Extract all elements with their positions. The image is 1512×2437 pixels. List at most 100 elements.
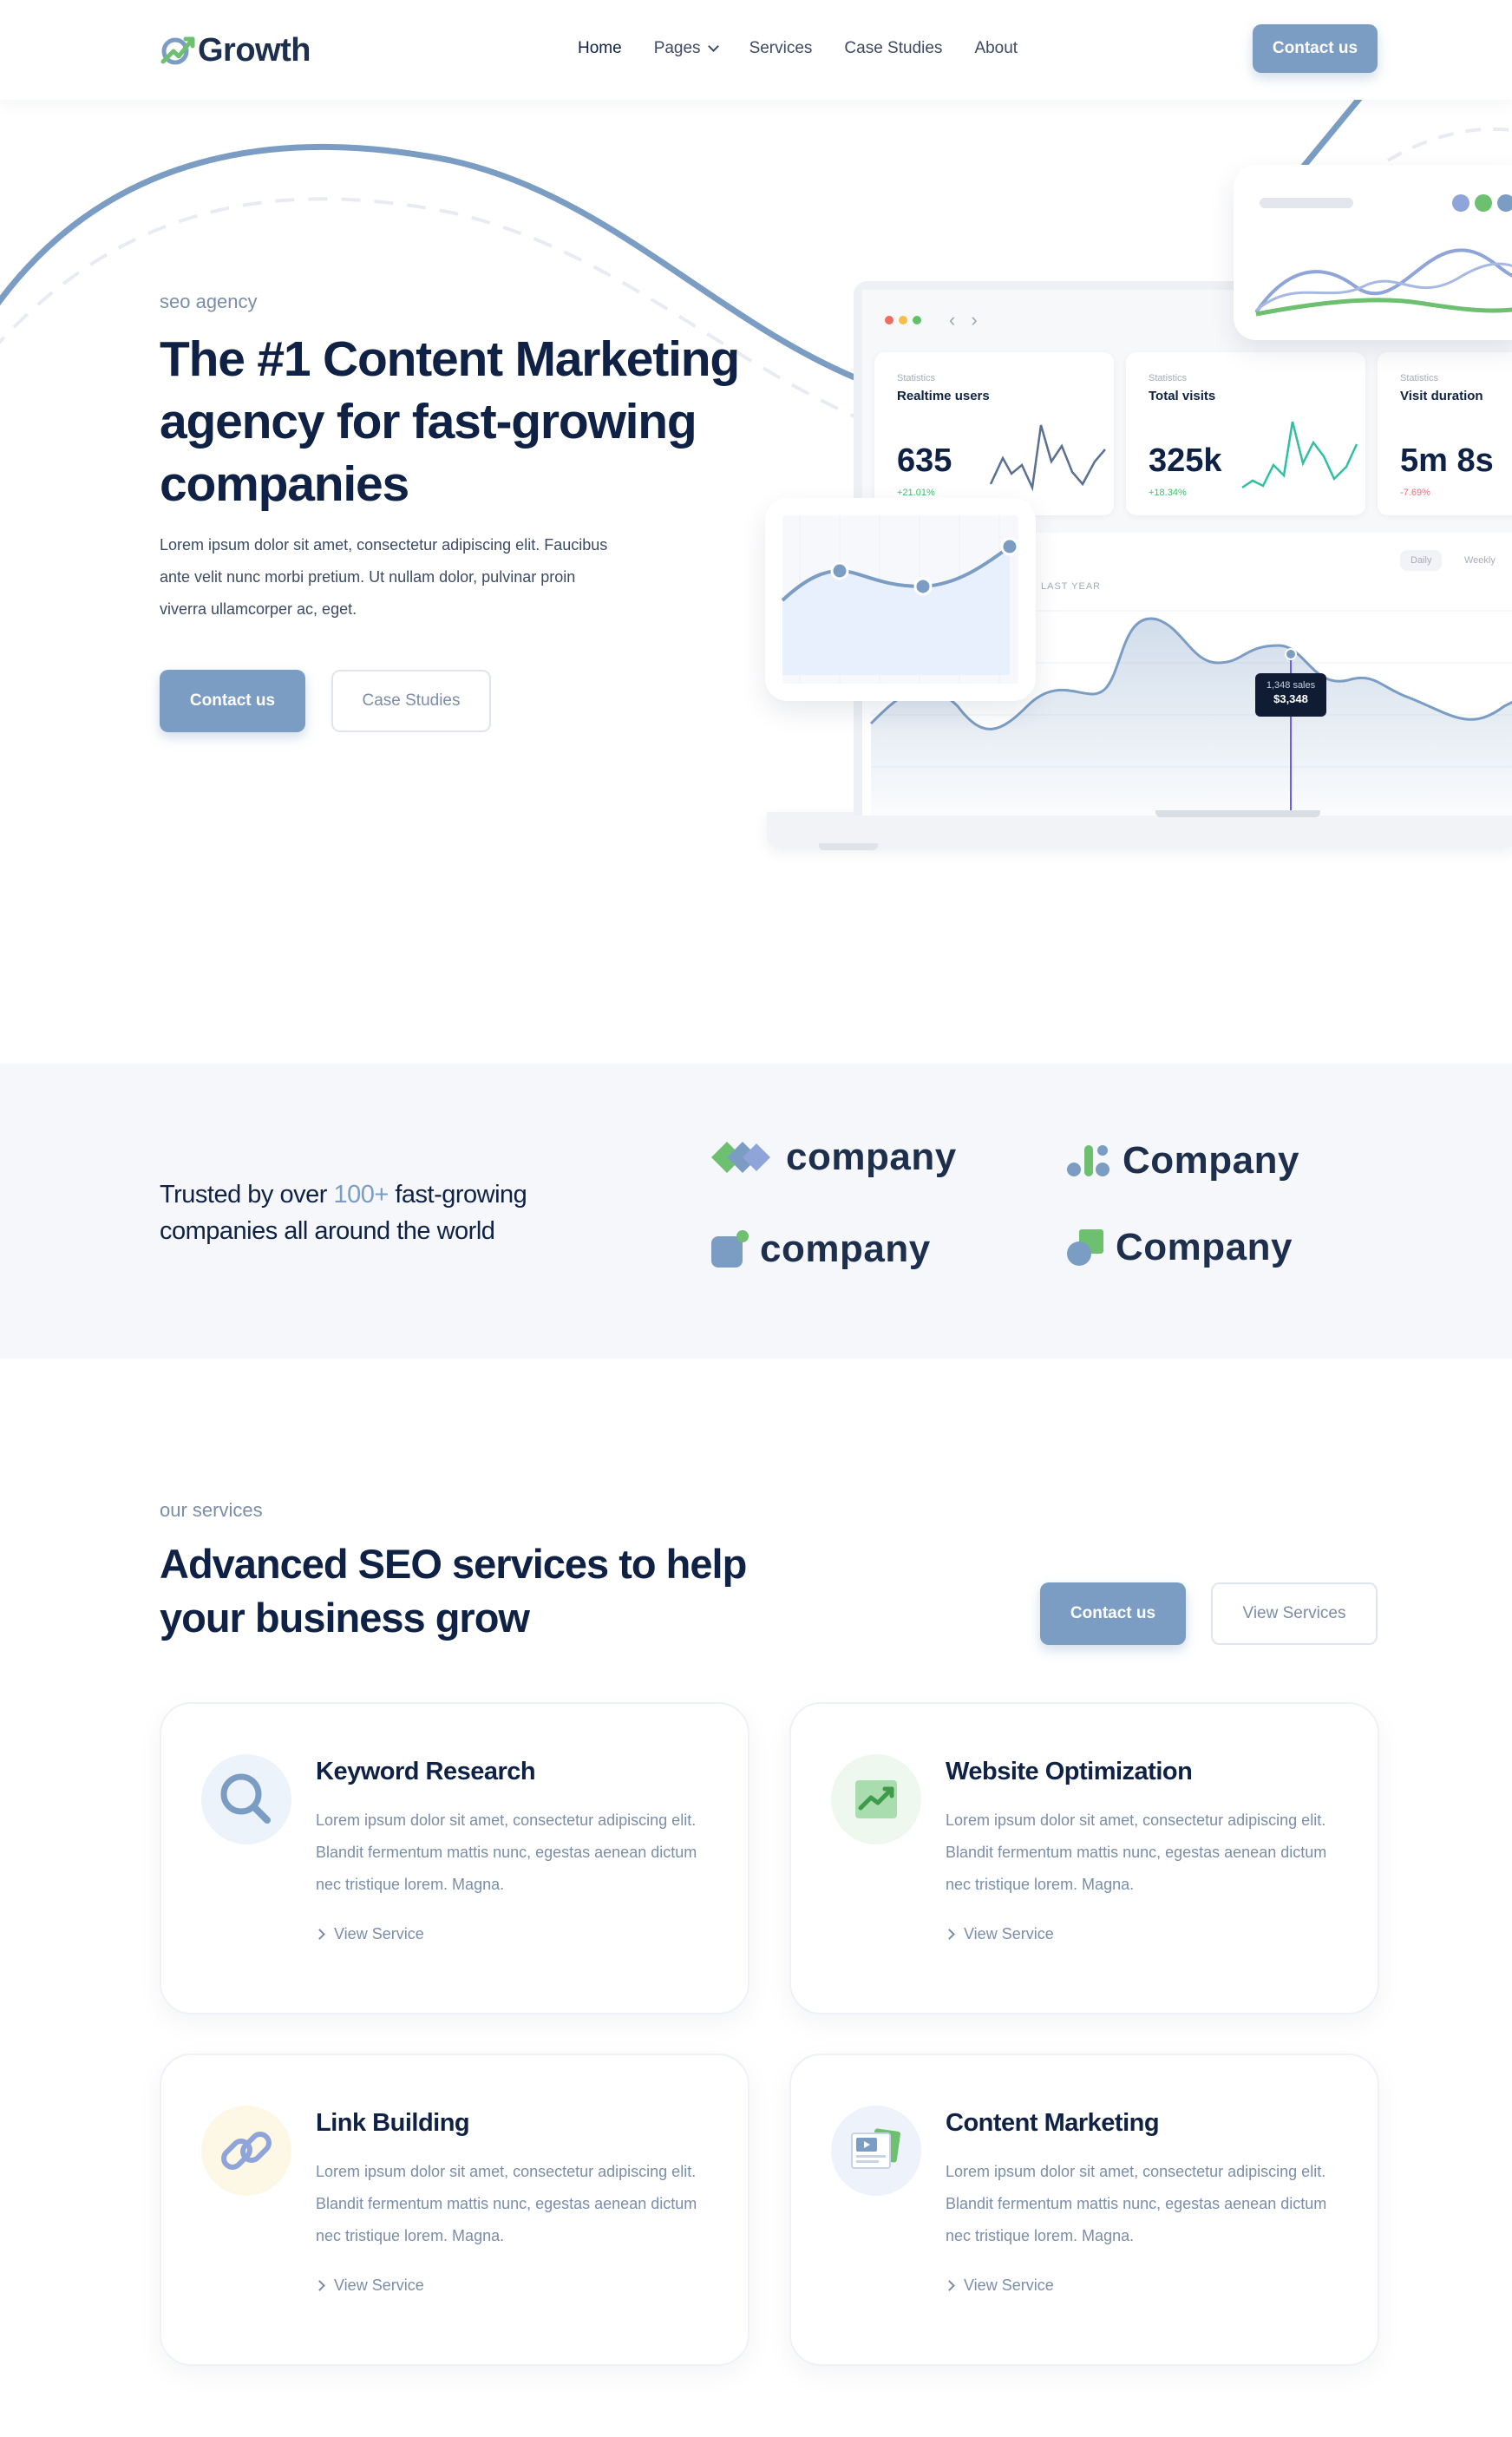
logo[interactable]: Growth xyxy=(160,29,311,71)
service-description: Lorem ipsum dolor sit amet, consectetur … xyxy=(316,2163,697,2244)
service-title: Keyword Research xyxy=(316,1758,536,1785)
stat-caption: Statistics xyxy=(1149,373,1188,383)
sparkline-realtime-users xyxy=(989,424,1106,492)
hero-eyebrow: seo agency xyxy=(160,291,258,312)
stat-delta: +21.01% xyxy=(897,488,935,498)
close-dot-icon xyxy=(885,316,893,324)
sparkline-total-visits xyxy=(1241,421,1358,489)
service-title: Content Marketing xyxy=(946,2109,1160,2137)
nav-link-about[interactable]: About xyxy=(974,35,1018,62)
hero-contact-button[interactable]: Contact us xyxy=(160,670,305,732)
chevron-down-icon xyxy=(707,41,719,52)
maximize-dot-icon xyxy=(913,316,921,324)
chevron-right-icon xyxy=(314,2280,325,2291)
stat-delta: +18.34% xyxy=(1149,488,1187,498)
laptop-base xyxy=(767,812,1512,847)
nav-link-services[interactable]: Services xyxy=(749,35,813,62)
services-title: Advanced SEO services to help your busin… xyxy=(160,1541,747,1641)
media-cards-icon xyxy=(831,2106,921,2196)
company-logo-4: Company xyxy=(1065,1222,1293,1274)
tooltip-value: $3,348 xyxy=(1273,692,1308,705)
stat-label: Total visits xyxy=(1149,389,1216,403)
tooltip-sales: 1,348 sales xyxy=(1266,680,1316,691)
hero-description: Lorem ipsum dolor sit amet, consectetur … xyxy=(160,536,608,618)
nav-link-pages-label: Pages xyxy=(653,39,701,57)
company-logo-1: company xyxy=(710,1131,957,1183)
view-service-label: View Service xyxy=(964,1925,1054,1942)
stat-label: Visit duration xyxy=(1400,389,1483,403)
chart-series-label: LAST YEAR xyxy=(1041,581,1102,592)
view-services-button[interactable]: View Services xyxy=(1211,1582,1378,1645)
chevron-right-icon xyxy=(314,1929,325,1940)
service-title: Link Building xyxy=(316,2109,470,2137)
period-daily-tab[interactable]: Daily xyxy=(1400,550,1443,571)
company-name: Company xyxy=(1116,1226,1293,1268)
view-service-label: View Service xyxy=(334,2276,424,2294)
trusted-text: Trusted by over 100+ fast-growing compan… xyxy=(160,1176,611,1249)
period-weekly-tab[interactable]: Weekly xyxy=(1461,550,1499,571)
view-service-link[interactable]: View Service xyxy=(944,1925,1054,1943)
floating-line-chart xyxy=(781,515,1019,684)
sparkline-visit-duration xyxy=(1490,401,1512,496)
services-eyebrow: our services xyxy=(160,1499,263,1521)
service-card-content-marketing[interactable]: Content Marketing Lorem ipsum dolor sit … xyxy=(789,2054,1379,2366)
view-service-label: View Service xyxy=(334,1925,424,1942)
stat-value: 635 xyxy=(897,442,952,479)
stat-value: 325k xyxy=(1149,442,1222,479)
hero-title: The #1 Content Marketing agency for fast… xyxy=(160,331,740,512)
stat-caption: Statistics xyxy=(897,373,936,383)
stat-caption: Statistics xyxy=(1400,373,1439,383)
bars-logo-icon xyxy=(1067,1145,1109,1176)
floating-wave-chart xyxy=(1254,248,1512,317)
view-service-link[interactable]: View Service xyxy=(314,1925,424,1943)
growth-chart-icon xyxy=(831,1754,921,1844)
chevron-right-icon xyxy=(944,1929,955,1940)
nav-link-case-studies[interactable]: Case Studies xyxy=(844,35,942,62)
diamonds-logo-icon xyxy=(711,1142,770,1173)
screen-scrollbar xyxy=(1155,810,1320,817)
view-service-link[interactable]: View Service xyxy=(314,2276,424,2295)
services-contact-button[interactable]: Contact us xyxy=(1040,1582,1186,1645)
company-logo-2: Company xyxy=(1065,1135,1299,1187)
view-service-label: View Service xyxy=(964,2276,1054,2294)
nav-links: Home Pages Services Case Studies About xyxy=(578,35,1050,62)
service-description: Lorem ipsum dolor sit amet, consectetur … xyxy=(316,1811,697,1893)
chart-tooltip: 1,348 sales $3,348 xyxy=(1255,673,1326,717)
service-description: Lorem ipsum dolor sit amet, consectetur … xyxy=(946,2163,1327,2244)
stat-card-visit-duration: Statistics Visit duration 5m 8s -7.69% xyxy=(1378,352,1512,515)
floating-wave-chart-card xyxy=(1234,165,1512,340)
nav-link-pages[interactable]: Pages xyxy=(653,35,719,62)
trusted-section: Trusted by over 100+ fast-growing compan… xyxy=(0,1064,1512,1359)
service-card-keyword-research[interactable]: Keyword Research Lorem ipsum dolor sit a… xyxy=(160,1702,749,2014)
service-card-link-building[interactable]: Link Building Lorem ipsum dolor sit amet… xyxy=(160,2054,749,2366)
rounded-square-logo-icon xyxy=(711,1230,749,1268)
view-service-link[interactable]: View Service xyxy=(944,2276,1054,2295)
company-name: Company xyxy=(1123,1139,1299,1182)
floating-line-chart-card xyxy=(765,498,1036,701)
minimize-dot-icon xyxy=(899,316,907,324)
company-logo-3: company xyxy=(710,1223,931,1275)
browser-arrows-icon: ‹› xyxy=(949,309,993,331)
window-controls xyxy=(885,316,921,324)
logo-text: Growth xyxy=(198,31,311,69)
chevron-right-icon xyxy=(944,2280,955,2291)
company-name: company xyxy=(786,1136,957,1178)
nav-link-home[interactable]: Home xyxy=(578,35,622,62)
link-icon xyxy=(201,2106,291,2196)
stat-card-total-visits: Statistics Total visits 325k +18.34% xyxy=(1126,352,1365,515)
hero-case-studies-button[interactable]: Case Studies xyxy=(331,670,491,732)
laptop-foot xyxy=(819,843,878,850)
trusted-highlight: 100+ xyxy=(333,1181,389,1209)
service-title: Website Optimization xyxy=(946,1758,1193,1785)
stat-delta: -7.69% xyxy=(1400,488,1430,498)
trusted-text-before: Trusted by over xyxy=(160,1181,334,1209)
nav-contact-button[interactable]: Contact us xyxy=(1253,24,1378,73)
stat-card-realtime-users: Statistics Realtime users 635 +21.01% xyxy=(874,352,1114,515)
stat-value: 5m 8s xyxy=(1400,442,1494,479)
circle-square-logo-icon xyxy=(1067,1229,1103,1266)
service-card-website-optimization[interactable]: Website Optimization Lorem ipsum dolor s… xyxy=(789,1702,1379,2014)
magnifier-icon xyxy=(201,1754,291,1844)
top-navigation: Growth Home Pages Services Case Studies … xyxy=(0,0,1512,100)
company-name: company xyxy=(760,1228,931,1270)
stat-label: Realtime users xyxy=(897,389,990,403)
